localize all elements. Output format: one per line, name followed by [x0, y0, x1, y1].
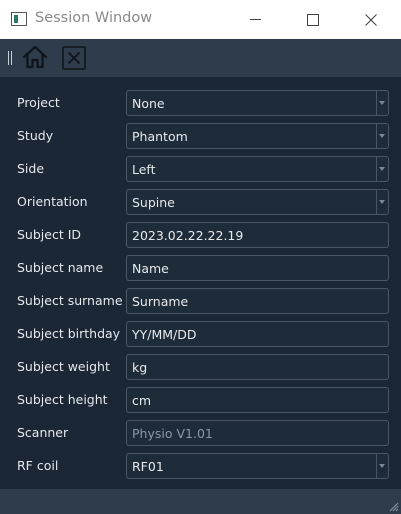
side-select[interactable]: Left [126, 156, 389, 182]
subject-birthday-input[interactable] [127, 322, 388, 346]
subject-id-label: Subject ID [17, 227, 82, 242]
study-dropdown-button[interactable] [376, 124, 388, 148]
resize-grip-icon[interactable] [387, 500, 399, 512]
chevron-down-icon [379, 464, 385, 468]
title-bar[interactable]: Session Window [0, 0, 401, 39]
subject-id-field[interactable] [126, 222, 389, 248]
study-value: Phantom [132, 129, 188, 144]
scanner-field: Physio V1.01 [126, 420, 389, 446]
rf-coil-label: RF coil [17, 458, 59, 473]
row-subject-name: Subject name [0, 255, 401, 281]
rf-coil-dropdown-button[interactable] [376, 454, 388, 478]
maximize-icon [307, 13, 319, 26]
side-label: Side [17, 161, 45, 176]
home-icon [22, 45, 48, 69]
orientation-label: Orientation [17, 194, 88, 209]
subject-id-input[interactable] [127, 223, 388, 247]
subject-name-label: Subject name [17, 260, 104, 275]
subject-weight-field[interactable] [126, 354, 389, 380]
row-scanner: Scanner Physio V1.01 [0, 420, 401, 446]
row-orientation: Orientation Supine [0, 189, 401, 215]
chevron-down-icon [379, 101, 385, 105]
row-subject-birthday: Subject birthday [0, 321, 401, 347]
home-button[interactable] [22, 44, 48, 70]
subject-weight-label: Subject weight [17, 359, 110, 374]
subject-surname-label: Subject surname [17, 293, 123, 308]
close-session-icon [62, 46, 86, 70]
row-subject-height: Subject height [0, 387, 401, 413]
toolbar [0, 39, 401, 77]
minimize-icon [249, 19, 261, 20]
row-study: Study Phantom [0, 123, 401, 149]
study-select[interactable]: Phantom [126, 123, 389, 149]
scanner-value: Physio V1.01 [132, 426, 213, 441]
subject-name-input[interactable] [127, 256, 388, 280]
project-dropdown-button[interactable] [376, 91, 388, 115]
orientation-dropdown-button[interactable] [376, 190, 388, 214]
row-rf-coil: RF coil RF01 [0, 453, 401, 479]
row-subject-weight: Subject weight [0, 354, 401, 380]
maximize-button[interactable] [290, 0, 336, 39]
app-window-icon [11, 12, 27, 26]
chevron-down-icon [379, 167, 385, 171]
subject-weight-input[interactable] [127, 355, 388, 379]
toolbar-grip-handle[interactable] [8, 51, 12, 65]
side-dropdown-button[interactable] [376, 157, 388, 181]
side-value: Left [132, 162, 156, 177]
close-session-button[interactable] [62, 46, 86, 70]
subject-surname-input[interactable] [127, 289, 388, 313]
subject-birthday-field[interactable] [126, 321, 389, 347]
project-value: None [132, 96, 165, 111]
scanner-label: Scanner [17, 425, 69, 440]
status-bar [0, 489, 401, 514]
chevron-down-icon [379, 200, 385, 204]
subject-name-field[interactable] [126, 255, 389, 281]
row-project: Project None [0, 90, 401, 116]
orientation-value: Supine [132, 195, 175, 210]
subject-height-input[interactable] [127, 388, 388, 412]
minimize-button[interactable] [232, 0, 278, 39]
subject-birthday-label: Subject birthday [17, 326, 121, 341]
orientation-select[interactable]: Supine [126, 189, 389, 215]
row-subject-surname: Subject surname [0, 288, 401, 314]
close-icon [365, 13, 377, 26]
subject-height-label: Subject height [17, 392, 108, 407]
project-select[interactable]: None [126, 90, 389, 116]
rf-coil-select[interactable]: RF01 [126, 453, 389, 479]
row-subject-id: Subject ID [0, 222, 401, 248]
close-window-button[interactable] [348, 0, 394, 39]
subject-height-field[interactable] [126, 387, 389, 413]
subject-surname-field[interactable] [126, 288, 389, 314]
rf-coil-value: RF01 [132, 459, 164, 474]
window-title: Session Window [35, 10, 153, 26]
study-label: Study [17, 128, 54, 143]
chevron-down-icon [379, 134, 385, 138]
project-label: Project [17, 95, 60, 110]
session-form: Project None Study Phantom Side Left Ori… [0, 77, 401, 489]
row-side: Side Left [0, 156, 401, 182]
